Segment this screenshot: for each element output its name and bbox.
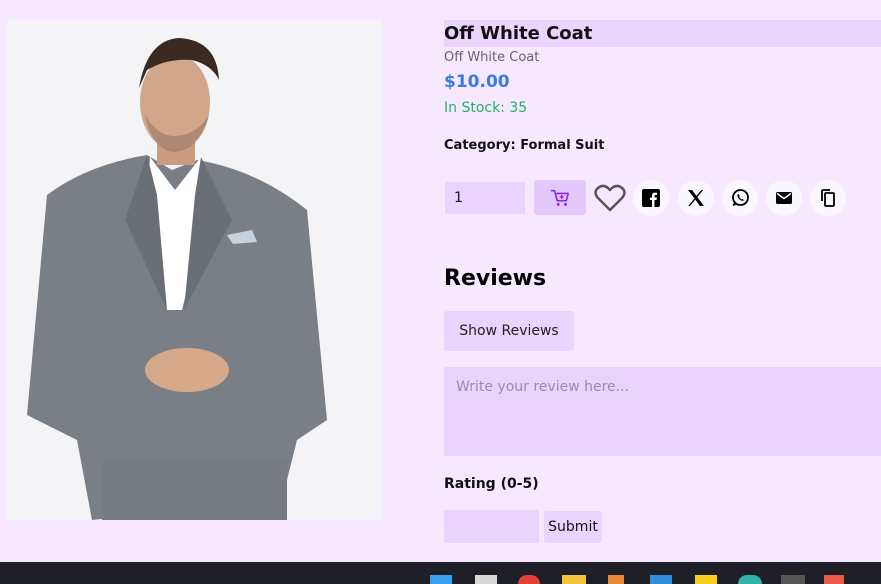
calendar-app-icon[interactable] xyxy=(824,575,844,584)
submit-review-button[interactable]: Submit xyxy=(544,511,602,543)
product-subtitle: Off White Coat xyxy=(444,50,540,65)
product-image xyxy=(7,20,382,520)
stock-status: In Stock: 35 xyxy=(444,100,528,116)
file-explorer-icon[interactable] xyxy=(562,575,586,584)
product-category: Category: Formal Suit xyxy=(444,138,605,153)
terminal-icon[interactable] xyxy=(781,575,805,584)
chrome-icon[interactable] xyxy=(518,575,540,584)
man-in-grey-suit-photo xyxy=(7,20,382,520)
review-textarea[interactable] xyxy=(444,367,881,456)
add-to-cart-button[interactable] xyxy=(534,180,586,215)
task-view-icon[interactable] xyxy=(475,575,497,584)
heart-icon[interactable] xyxy=(594,183,626,213)
product-price: $10.00 xyxy=(444,72,510,92)
copy-link-button[interactable] xyxy=(810,180,846,216)
copy-icon xyxy=(821,189,835,207)
vscode-icon[interactable] xyxy=(650,575,672,584)
rating-input[interactable] xyxy=(444,510,539,543)
sticky-notes-icon[interactable] xyxy=(695,575,717,584)
windows-icon[interactable] xyxy=(430,575,452,584)
email-icon xyxy=(776,192,792,204)
add-to-cart-icon xyxy=(550,189,570,206)
share-x-button[interactable] xyxy=(678,180,714,216)
show-reviews-button[interactable]: Show Reviews xyxy=(444,311,574,351)
edge-icon[interactable] xyxy=(738,575,762,584)
taskbar xyxy=(0,562,881,584)
share-whatsapp-button[interactable] xyxy=(722,180,758,216)
x-icon xyxy=(688,190,704,206)
product-title: Off White Coat xyxy=(444,20,881,47)
share-email-button[interactable] xyxy=(766,180,802,216)
whatsapp-icon xyxy=(732,189,749,206)
quantity-input[interactable] xyxy=(445,182,525,214)
rating-label: Rating (0-5) xyxy=(444,476,539,492)
share-facebook-button[interactable] xyxy=(633,180,669,216)
pencil-app-icon[interactable] xyxy=(608,575,624,584)
reviews-heading: Reviews xyxy=(444,266,547,291)
facebook-icon xyxy=(642,189,660,207)
